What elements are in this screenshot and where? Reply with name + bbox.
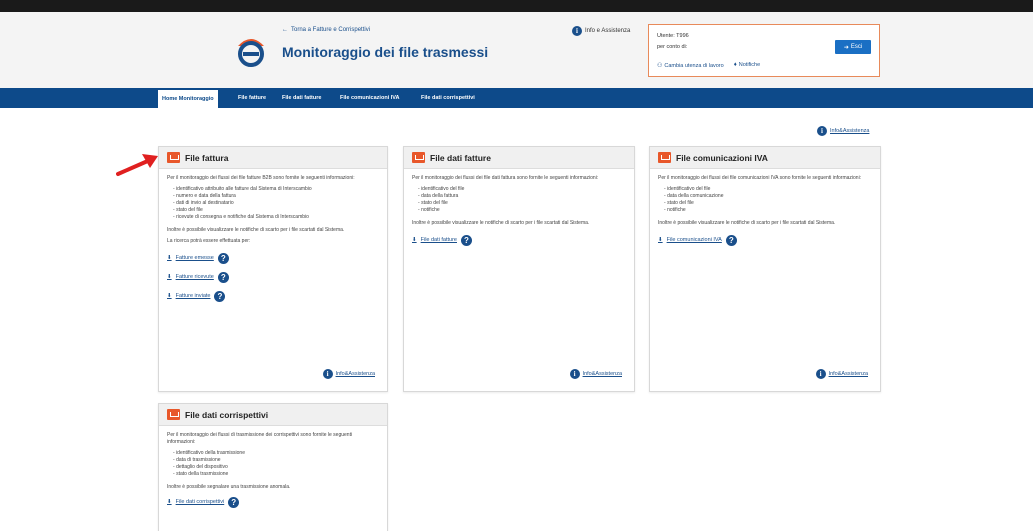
arrow-left-icon: ←: [282, 27, 288, 33]
red-arrow-annotation: [116, 154, 158, 176]
card-title: File dati fatture: [430, 152, 491, 163]
card-header: File comunicazioni IVA: [650, 147, 880, 169]
nav-home-monitoraggio[interactable]: Home Monitoraggio: [158, 90, 218, 108]
help-icon[interactable]: ?: [228, 497, 240, 508]
search-label: La ricerca potrà essere effettuata per:: [167, 238, 251, 244]
card-intro: Per il monitoraggio dei flussi di trasmi…: [167, 432, 353, 445]
file-comunicazioni-iva-link[interactable]: ⬇ File comunicazioni IVA ?: [658, 235, 872, 246]
card-info-link[interactable]: i Info&Assistenza: [815, 369, 868, 379]
help-icon[interactable]: ?: [217, 272, 229, 283]
card-file-fattura: File fattura Per il monitoraggio dei flu…: [158, 146, 388, 392]
list-item: data di trasmissione: [173, 457, 379, 464]
back-to-fatture-link[interactable]: ← Torna a Fatture e Corrispettivi: [282, 27, 370, 33]
card-note: Inoltre è possibile segnalare una trasmi…: [167, 484, 291, 490]
nav-file-comunicazioni-iva[interactable]: File comunicazioni IVA: [340, 88, 400, 108]
info-assistenza-link[interactable]: i Info&Assistenza: [817, 126, 869, 136]
nav-file-dati-fatture[interactable]: File dati fatture: [282, 88, 321, 108]
help-icon[interactable]: ?: [214, 291, 226, 302]
fatture-emesse-link[interactable]: ⬇ Fatture emesse ?: [167, 253, 379, 264]
info-icon: i: [572, 26, 582, 36]
user-on-behalf: per conto di:: [657, 44, 688, 50]
list-item: numero e data della fattura: [173, 193, 379, 200]
list-item: ricevute di consegna e notifiche dal Sis…: [173, 214, 379, 221]
agenzia-entrate-logo: [238, 39, 264, 67]
folder-icon: [412, 152, 425, 163]
main-navbar: Home Monitoraggio File fatture File dati…: [0, 88, 1033, 108]
file-dati-fatture-link[interactable]: ⬇ File dati fatture ?: [412, 235, 626, 246]
card-title: File comunicazioni IVA: [676, 152, 768, 163]
list-item: identificativo della trasmissione: [173, 450, 379, 457]
file-dati-corrispettivi-link[interactable]: ⬇ File dati corrispettivi ?: [167, 497, 379, 508]
list-item: dettaglio del dispositivo: [173, 464, 379, 471]
list-item: data della comunicazione: [664, 193, 872, 200]
page-title: Monitoraggio dei file trasmessi: [282, 44, 489, 60]
change-user-link[interactable]: ⚇ Cambia utenza di lavoro: [657, 62, 724, 69]
download-icon: ⬇: [658, 237, 663, 243]
download-icon: ⬇: [412, 237, 417, 243]
list-item: notifiche: [664, 207, 872, 214]
info-list: identificativo attribuito alle fatture d…: [173, 186, 379, 221]
card-info-link[interactable]: i Info&Assistenza: [569, 369, 622, 379]
card-header: File fattura: [159, 147, 387, 169]
info-list: identificativo del file data della comun…: [664, 186, 872, 214]
info-icon: i: [817, 126, 827, 136]
list-item: identificativo attribuito alle fatture d…: [173, 186, 379, 193]
list-item: identificativo del file: [418, 186, 626, 193]
download-icon: ⬇: [167, 255, 172, 261]
exit-button[interactable]: ➜ Esci: [835, 40, 871, 54]
list-item: stato del file: [418, 200, 626, 207]
help-icon[interactable]: ?: [217, 253, 229, 264]
notifications-link[interactable]: ♦ Notifiche: [734, 62, 760, 69]
info-list: identificativo del file data della fattu…: [418, 186, 626, 214]
info-icon: i: [322, 369, 333, 379]
card-file-dati-fatture: File dati fatture Per il monitoraggio de…: [403, 146, 635, 392]
fatture-ricevute-link[interactable]: ⬇ Fatture ricevute ?: [167, 272, 379, 283]
card-file-dati-corrispettivi: File dati corrispettivi Per il monitorag…: [158, 403, 388, 531]
card-note: Inoltre è possibile visualizzare le noti…: [167, 227, 345, 233]
card-note: Inoltre è possibile visualizzare le noti…: [658, 220, 836, 226]
fatture-inviate-link[interactable]: ⬇ Fatture inviate ?: [167, 291, 379, 302]
users-icon: ⚇: [657, 63, 663, 69]
info-icon: i: [569, 369, 580, 379]
card-note: Inoltre è possibile visualizzare le noti…: [412, 220, 590, 226]
folder-icon: [658, 152, 671, 163]
bell-icon: ♦: [733, 62, 737, 68]
exit-icon: ➜: [843, 44, 849, 51]
card-info-link[interactable]: i Info&Assistenza: [322, 369, 375, 379]
card-header: File dati corrispettivi: [159, 404, 387, 426]
nav-file-fatture[interactable]: File fatture: [238, 88, 266, 108]
help-icon[interactable]: ?: [461, 235, 472, 246]
card-file-comunicazioni-iva: File comunicazioni IVA Per il monitoragg…: [649, 146, 881, 392]
list-item: stato del file: [173, 207, 379, 214]
list-item: identificativo del file: [664, 186, 872, 193]
top-black-bar: [0, 0, 1033, 12]
download-icon: ⬇: [167, 274, 172, 280]
card-title: File dati corrispettivi: [185, 409, 269, 420]
nav-file-dati-corrispettivi[interactable]: File dati corrispettivi: [421, 88, 475, 108]
user-box: Utente: T996 per conto di: ⚇ Cambia utenz…: [648, 24, 880, 77]
help-icon[interactable]: ?: [725, 235, 737, 246]
user-id: Utente: T996: [657, 33, 689, 39]
card-intro: Per il monitoraggio dei flussi dei file …: [412, 175, 599, 181]
info-assistenza-top-link[interactable]: i Info e Assistenza: [572, 26, 630, 36]
card-intro: Per il monitoraggio dei flussi dei file …: [167, 175, 355, 181]
download-icon: ⬇: [167, 293, 172, 299]
card-header: File dati fatture: [404, 147, 634, 169]
download-icon: ⬇: [167, 499, 172, 505]
list-item: notifiche: [418, 207, 626, 214]
list-item: stato del file: [664, 200, 872, 207]
info-icon: i: [815, 369, 826, 379]
list-item: stato della trasmissione: [173, 471, 379, 478]
card-intro: Per il monitoraggio dei flussi dei file …: [658, 175, 862, 181]
folder-icon: [167, 409, 180, 420]
info-list: identificativo della trasmissione data d…: [173, 450, 379, 478]
folder-icon: [167, 152, 180, 163]
list-item: data della fattura: [418, 193, 626, 200]
card-title: File fattura: [185, 152, 229, 163]
list-item: dati di invio al destinatario: [173, 200, 379, 207]
